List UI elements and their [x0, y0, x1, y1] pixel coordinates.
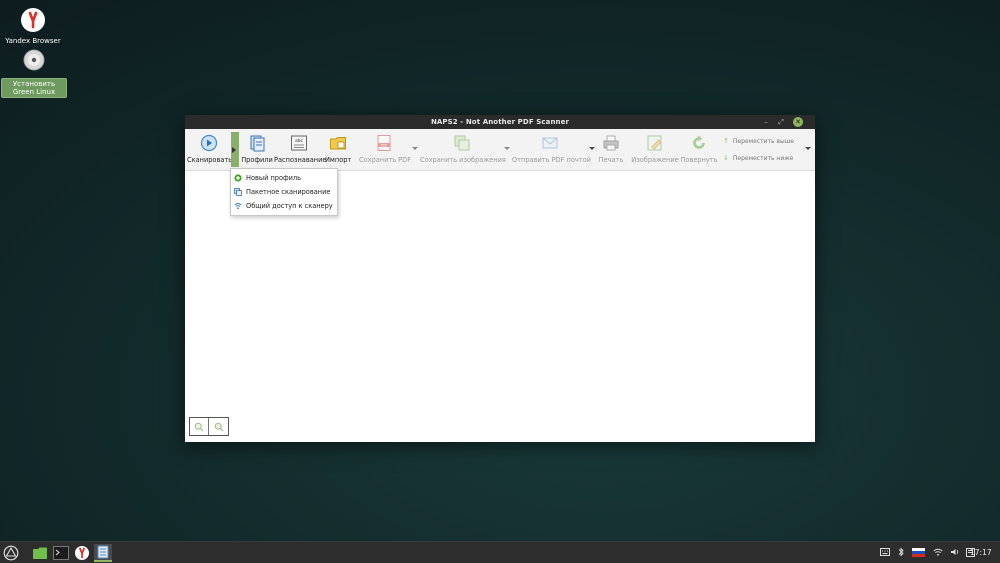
folder-icon: [329, 134, 347, 152]
scan-dropdown-toggle[interactable]: [231, 132, 239, 167]
printer-icon: [602, 134, 620, 152]
ocr-icon: abc: [290, 134, 308, 152]
desktop-icon-label: Установить Green Linux: [1, 78, 67, 98]
ocr-label: Распознавание: [274, 156, 327, 164]
desktop-icon-yandex-browser[interactable]: Yandex Browser: [0, 6, 66, 46]
arrow-up-icon: ↑: [723, 137, 729, 145]
save-images-dropdown-icon[interactable]: [504, 147, 510, 150]
zoom-in-icon: [214, 422, 223, 431]
menu-item-batch-scan[interactable]: Пакетное сканирование: [231, 185, 337, 199]
zoom-in-button[interactable]: [209, 418, 228, 435]
menu-item-label: Общий доступ к сканеру: [246, 202, 333, 210]
svg-text:abc: abc: [295, 138, 304, 144]
taskbar-naps2[interactable]: [94, 544, 112, 562]
svg-text:PDF: PDF: [381, 143, 388, 147]
plus-circle-icon: [234, 174, 242, 182]
zoom-controls: [189, 417, 229, 436]
window-title: NAPS2 - Not Another PDF Scanner: [430, 118, 570, 126]
desktop-icon-install-green-linux[interactable]: Установить Green Linux: [1, 48, 67, 98]
email-icon: [541, 134, 559, 152]
ocr-button[interactable]: abc Распознавание: [274, 132, 327, 164]
close-button[interactable]: ✕: [793, 117, 803, 127]
batch-scan-icon: [234, 188, 242, 196]
profiles-label: Профили: [241, 156, 273, 164]
rotate-button[interactable]: Повернуть: [680, 132, 718, 164]
move-down-label: Переместить ниже: [732, 154, 794, 162]
print-label: Печать: [598, 156, 624, 164]
rotate-label: Повернуть: [680, 156, 718, 164]
toolbar: Сканировать Профили abc Распознавание Им…: [185, 129, 815, 171]
move-up-button[interactable]: ↑ Переместить выше: [723, 137, 794, 145]
zoom-out-button[interactable]: [190, 418, 209, 435]
system-tray: [880, 547, 975, 559]
image-label: Изображение: [631, 156, 679, 164]
taskbar-clock[interactable]: 17:17: [970, 548, 992, 557]
move-down-button[interactable]: ↓ Переместить ниже: [723, 154, 793, 162]
folder-icon: [33, 547, 47, 559]
move-up-label: Переместить выше: [732, 137, 794, 145]
terminal-icon: [53, 546, 69, 560]
menu-item-label: Новый профиль: [246, 174, 302, 182]
scan-icon: [200, 134, 218, 152]
disc-icon: [20, 48, 48, 76]
save-pdf-dropdown-icon[interactable]: [412, 147, 418, 150]
chevron-right-icon: [232, 147, 236, 153]
distro-logo-icon: [3, 545, 19, 561]
taskbar-yandex-browser[interactable]: [73, 544, 91, 562]
scan-label: Сканировать: [187, 156, 233, 164]
image-edit-icon: [646, 134, 664, 152]
volume-icon[interactable]: [950, 548, 960, 558]
email-pdf-label: Отправить PDF почтой: [512, 156, 591, 164]
import-label: Импорт: [325, 156, 352, 164]
title-bar[interactable]: NAPS2 - Not Another PDF Scanner – ⤢ ✕: [185, 115, 815, 129]
save-images-button[interactable]: Сохранить изображения: [420, 132, 506, 164]
menu-item-new-profile[interactable]: Новый профиль: [231, 171, 337, 185]
email-pdf-dropdown-icon[interactable]: [589, 147, 595, 150]
naps2-window: NAPS2 - Not Another PDF Scanner – ⤢ ✕ Ск…: [185, 115, 815, 442]
scanner-app-icon: [97, 545, 109, 559]
keyboard-icon[interactable]: [880, 548, 890, 558]
taskbar: 17:17: [0, 541, 1000, 563]
scan-dropdown-menu: Новый профиль Пакетное сканирование Общи…: [230, 168, 338, 216]
desktop-icon-label: Yandex Browser: [5, 37, 61, 45]
import-button[interactable]: Импорт: [325, 132, 351, 164]
yandex-browser-icon: [75, 546, 89, 560]
maximize-button[interactable]: ⤢: [775, 116, 787, 128]
image-button[interactable]: Изображение: [631, 132, 679, 164]
minimize-button[interactable]: –: [760, 116, 772, 128]
bluetooth-icon[interactable]: [898, 547, 904, 559]
menu-item-label: Пакетное сканирование: [246, 188, 331, 196]
yandex-browser-icon: [19, 6, 47, 34]
language-flag-icon[interactable]: [912, 547, 925, 559]
menu-item-scanner-sharing[interactable]: Общий доступ к сканеру: [231, 199, 337, 213]
save-pdf-label: Сохранить PDF: [359, 156, 412, 164]
taskbar-files[interactable]: [31, 544, 49, 562]
network-wifi-icon[interactable]: [933, 548, 943, 558]
scan-button[interactable]: Сканировать: [187, 132, 233, 164]
save-images-label: Сохранить изображения: [420, 156, 506, 164]
rotate-icon: [690, 134, 708, 152]
profiles-icon: [248, 134, 266, 152]
email-pdf-button[interactable]: Отправить PDF почтой: [512, 132, 591, 164]
save-pdf-button[interactable]: PDF Сохранить PDF: [359, 132, 412, 164]
save-images-icon: [453, 134, 471, 152]
start-menu-button[interactable]: [2, 544, 20, 562]
print-button[interactable]: Печать: [597, 132, 625, 164]
taskbar-terminal[interactable]: [52, 544, 70, 562]
zoom-out-icon: [194, 422, 204, 431]
profiles-button[interactable]: Профили: [240, 132, 274, 164]
arrow-down-icon: ↓: [723, 154, 729, 162]
wifi-icon: [234, 202, 242, 210]
toolbar-overflow-dropdown-icon[interactable]: [805, 147, 811, 150]
pdf-icon: PDF: [375, 134, 393, 152]
